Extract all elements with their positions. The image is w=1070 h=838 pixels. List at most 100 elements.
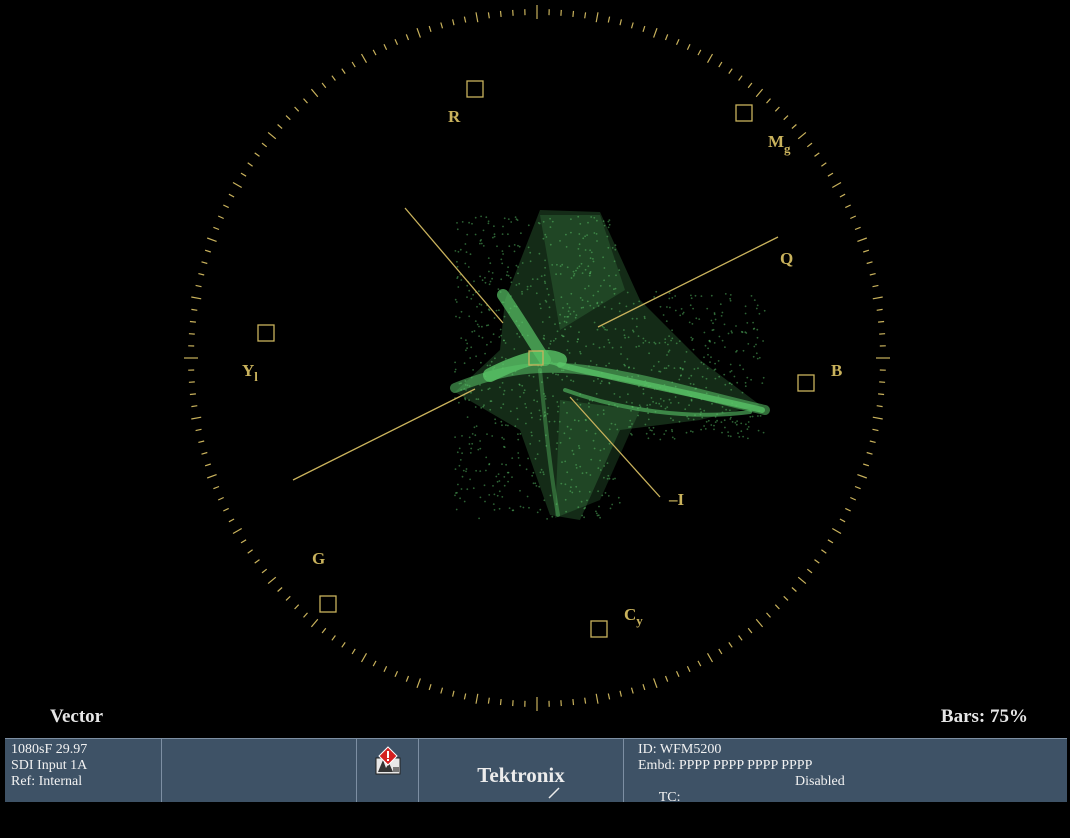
trace-dot <box>551 516 553 518</box>
trace-dot <box>597 467 599 469</box>
trace-dot <box>466 468 468 470</box>
trace-dot <box>698 318 700 320</box>
trace-dot <box>660 306 662 308</box>
trace-dot <box>570 379 572 381</box>
trace-dot <box>735 422 737 424</box>
trace-cloud <box>555 400 640 518</box>
trace-dot <box>559 421 561 423</box>
trace-dot <box>581 515 583 517</box>
trace-dot <box>582 472 584 474</box>
trace-dot <box>533 472 535 474</box>
trace-dot <box>501 463 503 465</box>
trace-dot <box>679 340 681 342</box>
trace-dot <box>467 416 469 418</box>
graticule-tick <box>798 577 806 583</box>
graticule-tick <box>501 11 502 17</box>
trace-dot <box>736 382 738 384</box>
graticule-tick <box>840 194 845 197</box>
label-q: Q <box>780 249 793 268</box>
graticule-tick <box>815 153 820 157</box>
trace-dot <box>589 305 591 307</box>
trace-dot <box>607 462 609 464</box>
target-box-g <box>320 596 336 612</box>
trace-dot <box>517 219 519 221</box>
trace-dot <box>488 464 490 466</box>
trace-dot <box>527 286 529 288</box>
trace-dot <box>551 264 553 266</box>
trace-dot <box>670 402 672 404</box>
trace-dot <box>590 216 592 218</box>
trace-dot <box>615 244 617 246</box>
target-box-r <box>467 81 483 97</box>
graticule-tick <box>698 661 701 666</box>
trace-dot <box>735 325 737 327</box>
trace-dot <box>601 301 603 303</box>
trace-dot <box>569 437 571 439</box>
trace-dot <box>475 406 477 408</box>
i-axis-line <box>405 208 503 323</box>
trace-dot <box>570 293 572 295</box>
trace-dot <box>607 236 609 238</box>
trace-dot <box>501 424 503 426</box>
trace-dot <box>476 306 478 308</box>
trace-dot <box>524 403 526 405</box>
trace-dot <box>628 366 630 368</box>
trace-dot <box>615 328 617 330</box>
trace-dot <box>475 355 477 357</box>
graticule-tick <box>573 11 574 17</box>
trace-dot <box>586 430 588 432</box>
trace-dot <box>611 423 613 425</box>
trace-dot <box>533 482 535 484</box>
graticule-tick <box>857 238 866 241</box>
trace-dot <box>701 417 703 419</box>
trace-dot <box>566 246 568 248</box>
graticule-tick <box>223 508 228 511</box>
trace-dot <box>700 429 702 431</box>
trace-dot <box>690 375 692 377</box>
label-b: B <box>831 361 842 380</box>
trace-dot <box>519 465 521 467</box>
trace-dot <box>541 275 543 277</box>
trace-dot <box>516 333 518 335</box>
graticule-tick <box>863 464 869 466</box>
trace-dot <box>737 432 739 434</box>
alarm-panel[interactable] <box>357 739 419 802</box>
trace-dot <box>683 312 685 314</box>
trace-dot <box>576 467 578 469</box>
trace-dot <box>501 496 503 498</box>
trace-dot <box>480 362 482 364</box>
trace-dot <box>496 245 498 247</box>
trace-dot <box>604 225 606 227</box>
trace-dot <box>530 285 532 287</box>
trace-dot <box>716 420 718 422</box>
trace-dot <box>534 482 536 484</box>
trace-dot <box>665 408 667 410</box>
trace-dot <box>512 510 514 512</box>
trace-dot <box>750 379 752 381</box>
graticule-tick <box>417 678 420 687</box>
trace-dot <box>690 383 692 385</box>
trace-dot <box>628 336 630 338</box>
trace-dot <box>744 331 746 333</box>
trace-dot <box>715 421 717 423</box>
graticule-tick <box>878 394 884 395</box>
trace-dot <box>510 221 512 223</box>
trace-dot <box>585 269 587 271</box>
trace-dot <box>664 338 666 340</box>
trace-dot <box>484 277 486 279</box>
trace-dot <box>691 399 693 401</box>
alarm-warning-icon[interactable] <box>374 746 402 776</box>
trace-dot <box>593 217 595 219</box>
graticule-tick <box>877 406 883 407</box>
trace-dot <box>469 357 471 359</box>
trace-dot <box>758 430 760 432</box>
trace-dot <box>619 502 621 504</box>
trace-dot <box>455 250 457 252</box>
trace-dot <box>603 409 605 411</box>
trace-dot <box>627 358 629 360</box>
trace-dot <box>585 345 587 347</box>
trace-dot <box>459 448 461 450</box>
trace-dot <box>594 322 596 324</box>
trace-dot <box>660 405 662 407</box>
trace-dot <box>549 343 551 345</box>
